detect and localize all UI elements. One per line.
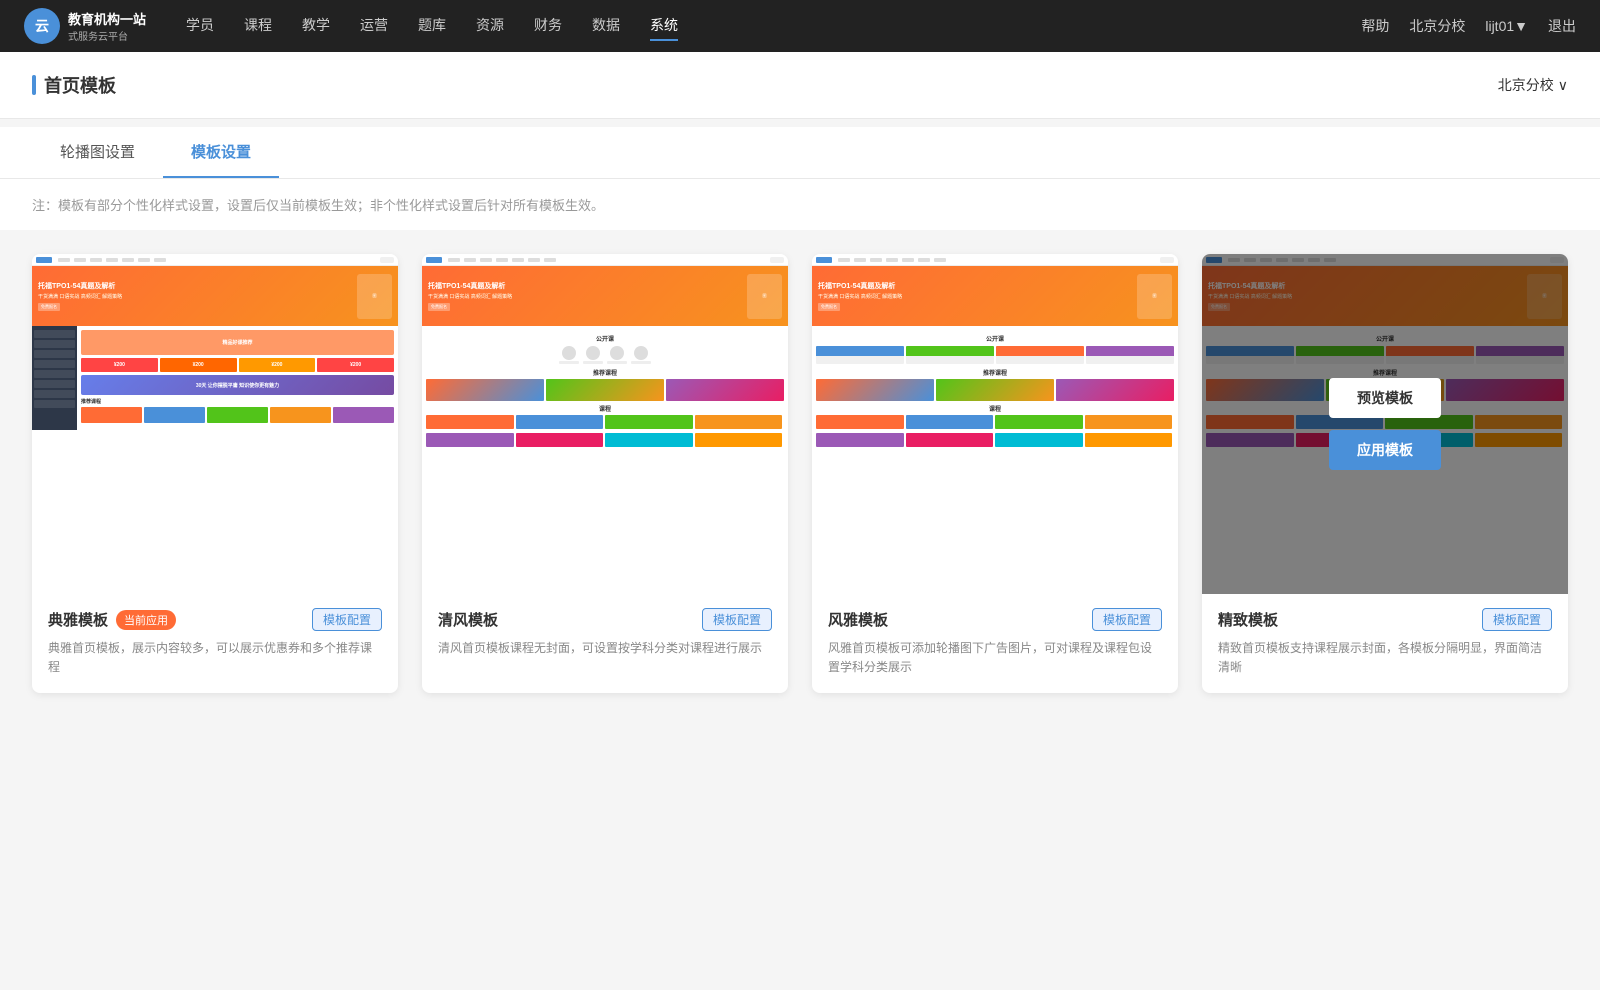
page-title-wrap: 首页模板 xyxy=(32,72,116,98)
preview-button-template-1[interactable]: 预览模板 xyxy=(159,378,271,418)
template-desc-template-2: 清风首页模板课程无封面，可设置按学科分类对课程进行展示 xyxy=(438,639,772,658)
card-title-row-template-3: 风雅模板 模板配置 xyxy=(828,608,1162,631)
config-button-template-3[interactable]: 模板配置 xyxy=(1092,608,1162,631)
card-footer-template-3: 风雅模板 模板配置风雅首页模板可添加轮播图下广告图片，可对课程及课程包设置学科分类… xyxy=(812,594,1178,693)
nav-user[interactable]: lijt01▼ xyxy=(1485,18,1528,34)
preview-button-template-3[interactable]: 预览模板 xyxy=(939,378,1051,418)
templates-grid: 托福TPO1-54真题及解析 干货满满 口语实战 高频词汇 解题策略 免费报名 … xyxy=(32,254,1568,693)
template-name-template-3: 风雅模板 xyxy=(828,609,888,630)
branch-selector[interactable]: 北京分校 ∨ xyxy=(1498,75,1568,95)
template-name-template-1: 典雅模板 xyxy=(48,609,108,630)
apply-button-template-3[interactable]: 应用模板 xyxy=(939,430,1051,470)
nav-help[interactable]: 帮助 xyxy=(1361,16,1389,36)
page-header: 首页模板 北京分校 ∨ xyxy=(0,52,1600,119)
content-area: 托福TPO1-54真题及解析 干货满满 口语实战 高频词汇 解题策略 免费报名 … xyxy=(0,230,1600,717)
template-name-template-2: 清风模板 xyxy=(438,609,498,630)
logo-line1: 教育机构一站 xyxy=(68,9,146,28)
logo: 云 教育机构一站 式服务云平台 xyxy=(24,8,146,44)
nav-logout[interactable]: 退出 xyxy=(1548,16,1576,36)
tab-模板设置[interactable]: 模板设置 xyxy=(163,127,279,178)
tab-轮播图设置[interactable]: 轮播图设置 xyxy=(32,127,163,178)
template-preview-template-1: 托福TPO1-54真题及解析 干货满满 口语实战 高频词汇 解题策略 免费报名 … xyxy=(32,254,398,594)
config-button-template-1[interactable]: 模板配置 xyxy=(312,608,382,631)
config-button-template-2[interactable]: 模板配置 xyxy=(702,608,772,631)
card-footer-template-4: 精致模板 模板配置精致首页模板支持课程展示封面，各模板分隔明显，界面简洁清晰 xyxy=(1202,594,1568,693)
card-title-row-template-2: 清风模板 模板配置 xyxy=(438,608,772,631)
nav-branch[interactable]: 北京分校 xyxy=(1409,16,1465,36)
nav-menu-item-财务[interactable]: 财务 xyxy=(534,11,562,41)
config-button-template-4[interactable]: 模板配置 xyxy=(1482,608,1552,631)
apply-button-template-2[interactable]: 应用模板 xyxy=(549,430,661,470)
tabs-area: 轮播图设置模板设置 xyxy=(0,127,1600,179)
title-bar-decoration xyxy=(32,75,36,95)
nav-menu-item-教学[interactable]: 教学 xyxy=(302,11,330,41)
preview-button-template-2[interactable]: 预览模板 xyxy=(549,378,661,418)
card-title-row-template-4: 精致模板 模板配置 xyxy=(1218,608,1552,631)
card-footer-template-1: 典雅模板当前应用 模板配置典雅首页模板，展示内容较多，可以展示优惠券和多个推荐课程 xyxy=(32,594,398,693)
template-preview-template-2: 托福TPO1-54真题及解析 干货满满 口语实战 高频词汇 解题策略 免费报名 … xyxy=(422,254,788,594)
nav-menu-item-系统[interactable]: 系统 xyxy=(650,11,678,41)
nav-menu: 学员课程教学运营题库资源财务数据系统 xyxy=(186,11,1361,41)
template-desc-template-1: 典雅首页模板，展示内容较多，可以展示优惠券和多个推荐课程 xyxy=(48,639,382,677)
nav-menu-item-资源[interactable]: 资源 xyxy=(476,11,504,41)
nav-menu-item-数据[interactable]: 数据 xyxy=(592,11,620,41)
apply-button-template-1[interactable]: 应用模板 xyxy=(159,430,271,470)
logo-text: 教育机构一站 式服务云平台 xyxy=(68,9,146,43)
card-title-row-template-1: 典雅模板当前应用 模板配置 xyxy=(48,608,382,631)
preview-button-template-4[interactable]: 预览模板 xyxy=(1329,378,1441,418)
template-badge-template-1: 当前应用 xyxy=(116,610,176,630)
template-preview-template-4: 托福TPO1-54真题及解析 干货满满 口语实战 高频词汇 解题策略 免费报名 … xyxy=(1202,254,1568,594)
chevron-down-icon: ∨ xyxy=(1558,77,1568,94)
top-navigation: 云 教育机构一站 式服务云平台 学员课程教学运营题库资源财务数据系统 帮助 北京… xyxy=(0,0,1600,52)
nav-right: 帮助 北京分校 lijt01▼ 退出 xyxy=(1361,16,1576,36)
template-card-template-3: 托福TPO1-54真题及解析 干货满满 口语实战 高频词汇 解题策略 免费报名 … xyxy=(812,254,1178,693)
notice-text: 注：模板有部分个性化样式设置，设置后仅当前模板生效；非个性化样式设置后针对所有模… xyxy=(0,179,1600,230)
template-card-template-1: 托福TPO1-54真题及解析 干货满满 口语实战 高频词汇 解题策略 免费报名 … xyxy=(32,254,398,693)
tab-group: 轮播图设置模板设置 xyxy=(32,127,1568,178)
nav-menu-item-题库[interactable]: 题库 xyxy=(418,11,446,41)
logo-icon: 云 xyxy=(24,8,60,44)
nav-menu-item-学员[interactable]: 学员 xyxy=(186,11,214,41)
template-card-template-4: 托福TPO1-54真题及解析 干货满满 口语实战 高频词汇 解题策略 免费报名 … xyxy=(1202,254,1568,693)
nav-menu-item-课程[interactable]: 课程 xyxy=(244,11,272,41)
apply-button-template-4[interactable]: 应用模板 xyxy=(1329,430,1441,470)
template-preview-template-3: 托福TPO1-54真题及解析 干货满满 口语实战 高频词汇 解题策略 免费报名 … xyxy=(812,254,1178,594)
template-name-template-4: 精致模板 xyxy=(1218,609,1278,630)
template-overlay-template-4: 预览模板应用模板 xyxy=(1202,254,1568,594)
card-footer-template-2: 清风模板 模板配置清风首页模板课程无封面，可设置按学科分类对课程进行展示 xyxy=(422,594,788,674)
page-title: 首页模板 xyxy=(44,72,116,98)
template-card-template-2: 托福TPO1-54真题及解析 干货满满 口语实战 高频词汇 解题策略 免费报名 … xyxy=(422,254,788,693)
nav-menu-item-运营[interactable]: 运营 xyxy=(360,11,388,41)
template-desc-template-3: 风雅首页模板可添加轮播图下广告图片，可对课程及课程包设置学科分类展示 xyxy=(828,639,1162,677)
template-desc-template-4: 精致首页模板支持课程展示封面，各模板分隔明显，界面简洁清晰 xyxy=(1218,639,1552,677)
logo-line2: 式服务云平台 xyxy=(68,28,146,43)
